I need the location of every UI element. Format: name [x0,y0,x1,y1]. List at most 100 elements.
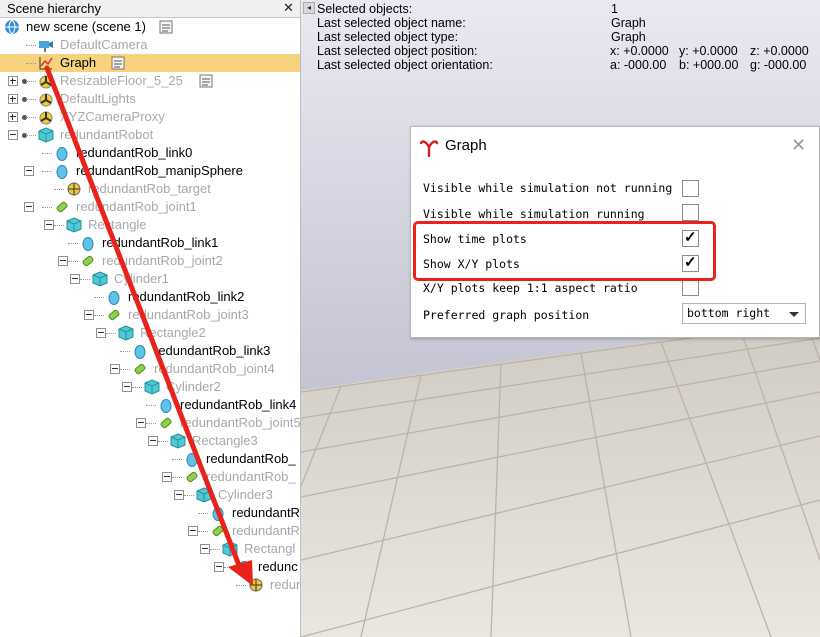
tree-connector [26,135,36,136]
checkbox-keep-aspect[interactable] [682,279,699,296]
tree-expander-icon[interactable] [96,328,106,338]
checkbox-visible-running[interactable] [682,204,699,221]
info-key: Last selected object name: [317,16,466,30]
dummy-icon [66,181,82,197]
hierarchy-item-label[interactable]: redundantRob_link4 [180,396,296,414]
hierarchy-item-label[interactable]: redundantRob_joint3 [128,306,249,324]
hierarchy-item-label[interactable]: XYZCameraProxy [60,108,165,126]
hierarchy-item-label[interactable]: Rectangl [244,540,295,558]
tree-expander-icon[interactable] [24,166,34,176]
script-icon[interactable] [198,73,214,89]
tree-connector [172,459,182,460]
cube-icon [196,487,212,503]
tree-connector [158,441,168,442]
scene-hierarchy-title: Scene hierarchy [7,1,101,16]
tree-connector [224,567,234,568]
hierarchy-item-label[interactable]: DefaultLights [60,90,136,108]
tree-connector [42,207,52,208]
tree-expander-icon[interactable] [70,274,80,284]
hierarchy-item-label[interactable]: new scene (scene 1) [26,18,146,36]
tree-expander-icon[interactable] [122,382,132,392]
tree-expander-icon[interactable] [200,544,210,554]
tree-expander-icon[interactable] [174,490,184,500]
close-icon[interactable]: ✕ [283,0,294,16]
tree-expander-icon[interactable] [8,76,18,86]
tree-connector [26,45,36,46]
hierarchy-item-label[interactable]: redundantRob_joint2 [102,252,223,270]
tree-expander-icon[interactable] [8,130,18,140]
hierarchy-item-label[interactable]: Cylinder1 [114,270,169,288]
script-icon[interactable] [158,19,174,35]
tree-expander-icon[interactable] [214,562,224,572]
hierarchy-item-label[interactable]: redundantRob_joint4 [154,360,275,378]
hierarchy-item-label[interactable]: redun [270,576,300,594]
hierarchy-item-label[interactable]: DefaultCamera [60,36,147,54]
model-icon [38,91,54,107]
tree-expander-icon[interactable] [162,472,172,482]
tree-expander-icon[interactable] [136,418,146,428]
tree-expander-icon[interactable] [58,256,68,266]
tree-connector [54,189,64,190]
hierarchy-item-label[interactable]: redundantR [232,504,300,522]
tree-connector [132,387,142,388]
tree-connector [146,405,156,406]
joint-icon [132,361,148,377]
option-label-visible-not-running: Visible while simulation not running [423,181,673,195]
hierarchy-item-label[interactable]: redundantRob_ [206,468,296,486]
hierarchy-item-label[interactable]: ResizableFloor_5_25 [60,72,183,90]
info-collapse-icon[interactable]: ◂ [303,2,315,14]
graph-position-select[interactable]: bottom right [682,303,806,324]
hierarchy-item-label[interactable]: redundantRob_joint1 [76,198,197,216]
tree-connector [106,333,116,334]
tree-expander-icon[interactable] [148,436,158,446]
tree-connector [120,369,130,370]
hierarchy-item-label[interactable]: Cylinder3 [218,486,273,504]
hierarchy-item-label[interactable]: Rectangle2 [140,324,206,342]
tree-expander-icon[interactable] [8,94,18,104]
hierarchy-item-label[interactable]: redundantRob_link2 [128,288,244,306]
tree-connector [198,513,208,514]
hierarchy-item-label[interactable]: redundantRob_ [206,450,296,468]
cube-icon [66,217,82,233]
script-icon[interactable] [110,55,126,71]
hierarchy-item-label[interactable]: Rectangle3 [192,432,258,450]
checkbox-visible-not-running[interactable] [682,180,699,197]
hierarchy-item-label[interactable]: redundantRob_link0 [76,144,192,162]
hierarchy-item-label[interactable]: redundantRob_link3 [154,342,270,360]
hierarchy-item-label[interactable]: redundantR [232,522,300,540]
graph-position-value: bottom right [687,306,771,320]
tree-connector [184,495,194,496]
shape-icon [54,145,70,161]
info-value: y: +0.0000 [679,44,738,58]
hierarchy-item-label[interactable]: Graph [60,54,96,72]
tree-expander-icon[interactable] [44,220,54,230]
hierarchy-item-label[interactable]: redundantRob_joint5 [180,414,300,432]
dialog-close-icon[interactable]: ✕ [791,135,806,156]
model-icon [38,73,54,89]
hierarchy-item-label[interactable]: redundantRobot [60,126,153,144]
shape-icon [106,289,122,305]
hierarchy-item-label[interactable]: redundantRob_link1 [102,234,218,252]
hierarchy-item-label[interactable]: redundantRob_manipSphere [76,162,243,180]
hierarchy-item-label[interactable]: redundantRob_target [88,180,211,198]
info-key: Last selected object type: [317,30,459,44]
tree-connector [146,423,156,424]
info-value: 1 [611,2,618,16]
tree-expander-icon[interactable] [110,364,120,374]
hierarchy-item-label[interactable]: Rectangle [88,216,147,234]
tree-expander-icon[interactable] [24,202,34,212]
tree-connector [26,63,36,64]
tree-expander-icon[interactable] [84,310,94,320]
info-value: Graph [611,30,646,44]
info-value: z: +0.0000 [750,44,809,58]
tree-connector [80,279,90,280]
tree-expander-icon[interactable] [188,526,198,536]
info-key: Last selected object orientation: [317,58,493,72]
info-key: Selected objects: [317,2,413,16]
info-value: Graph [611,16,646,30]
joint-icon [158,415,174,431]
hierarchy-item-label[interactable]: Cylinder2 [166,378,221,396]
hierarchy-item-label[interactable]: redunc [258,558,298,576]
tree-expander-icon[interactable] [8,112,18,122]
cube-icon [222,541,238,557]
